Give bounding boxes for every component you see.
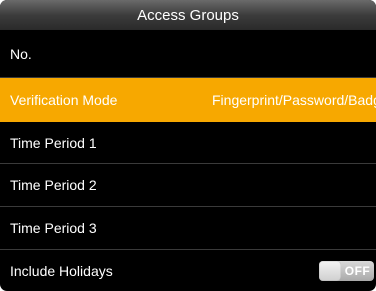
row-time-period-3-label: Time Period 3	[10, 220, 97, 236]
access-groups-screen: Access Groups No. Verification Mode Fing…	[0, 0, 376, 291]
row-verification-mode[interactable]: Verification Mode Fingerprint/Password/B…	[0, 78, 376, 122]
include-holidays-toggle[interactable]: OFF	[319, 260, 374, 281]
row-include-holidays[interactable]: Include Holidays OFF	[0, 250, 376, 291]
row-time-period-1[interactable]: Time Period 1	[0, 122, 376, 163]
row-time-period-2[interactable]: Time Period 2	[0, 164, 376, 206]
row-time-period-2-label: Time Period 2	[10, 177, 97, 193]
row-verification-mode-value: Fingerprint/Password/Badge	[212, 92, 376, 108]
row-no[interactable]: No.	[0, 30, 376, 77]
title-bar: Access Groups	[0, 0, 376, 30]
row-time-period-3[interactable]: Time Period 3	[0, 207, 376, 249]
row-no-label: No.	[10, 45, 32, 62]
row-time-period-1-label: Time Period 1	[10, 134, 97, 151]
row-verification-mode-label: Verification Mode	[10, 92, 118, 108]
toggle-knob	[319, 260, 341, 281]
page-title: Access Groups	[137, 6, 239, 24]
row-include-holidays-label: Include Holidays	[10, 262, 113, 279]
toggle-state-label: OFF	[344, 263, 371, 278]
